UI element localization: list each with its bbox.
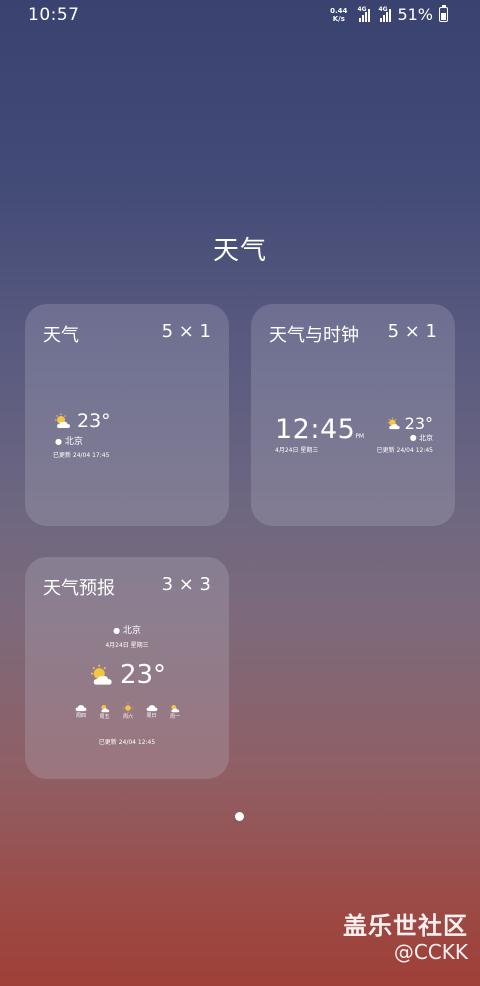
cloud-icon [146, 705, 157, 712]
widget-name: 天气预报 [43, 578, 115, 599]
preview-city: 北京 [419, 434, 433, 442]
forecast-day-label: 周四 [75, 713, 86, 719]
forecast-day: 周一 [169, 703, 181, 720]
preview-location: ● 北京 [377, 433, 433, 443]
forecast-day: 周五 [99, 703, 111, 720]
forecast-day-label: 周日 [146, 713, 157, 719]
signal-icon: 4G [357, 5, 371, 22]
preview-updated: 已更新 24/04 17:45 [53, 452, 110, 459]
status-time: 10:57 [28, 5, 80, 25]
watermark-handle: @CCKK [393, 940, 468, 964]
forecast-day: 周六 [122, 703, 134, 720]
watermark-title: 盖乐世社区 [343, 912, 468, 940]
widget-name: 天气与时钟 [269, 325, 359, 346]
partly-sunny-icon [171, 705, 180, 713]
sim1-network-label: 4G [357, 5, 367, 13]
signal-icon: 4G [378, 5, 392, 22]
preview-location: ● 北京 [55, 434, 111, 447]
preview-forecast: 周四 周五 周六 周日 周一 [75, 703, 181, 720]
preview-current: 23° [25, 660, 229, 690]
preview-city: 北京 [122, 626, 141, 636]
widget-card-forecast[interactable]: 天气预报 3 × 3 ● 北京 4月24日 星期三 23° 周四 周五 周六 周… [25, 557, 229, 779]
cloud-icon [75, 705, 87, 712]
status-icons: 0.44 K/s 4G 4G 51% [330, 5, 448, 24]
location-pin-icon: ● [55, 437, 62, 446]
forecast-day-label: 周五 [99, 714, 110, 720]
sun-icon [123, 703, 133, 713]
status-bar: 10:57 0.44 K/s 4G 4G 51% [0, 0, 480, 30]
preview-updated: 已更新 24/04 12:45 [98, 739, 156, 746]
forecast-day-label: 周一 [169, 714, 180, 720]
widget-size: 5 × 1 [387, 321, 437, 342]
forecast-day: 周日 [146, 703, 158, 720]
page-indicator-dot[interactable] [235, 812, 244, 821]
widget-card-weather-clock[interactable]: 天气与时钟 5 × 1 12:45PM 4月24日 星期三 23° ● 北京 已… [251, 304, 455, 526]
preview-date: 4月24日 星期三 [105, 642, 149, 649]
network-speed-value: 0.44 [330, 6, 348, 15]
location-pin-icon: ● [409, 433, 417, 442]
partly-sunny-icon [100, 705, 109, 713]
battery-icon [439, 5, 448, 22]
battery-percent: 51% [397, 5, 433, 24]
partly-sunny-icon [387, 417, 400, 430]
page-title: 天气 [212, 236, 267, 266]
widget-preview: 23° ● 北京 已更新 24/04 17:45 [53, 410, 111, 459]
preview-city: 北京 [64, 437, 83, 447]
preview-clock: 12:45PM 4月24日 星期三 [275, 414, 364, 454]
widget-size: 3 × 3 [161, 574, 211, 595]
preview-temperature: 23° [404, 414, 433, 433]
preview-updated: 已更新 24/04 12:45 [376, 447, 433, 454]
widget-name: 天气 [43, 325, 79, 346]
sim2-network-label: 4G [378, 5, 388, 13]
preview-location: ● 北京 [25, 623, 229, 636]
preview-date: 4月24日 星期三 [275, 447, 319, 454]
widget-card-weather[interactable]: 天气 5 × 1 23° ● 北京 已更新 24/04 17:45 [25, 304, 229, 526]
widget-size: 5 × 1 [161, 321, 211, 342]
network-speed: 0.44 K/s [330, 7, 347, 23]
location-pin-icon: ● [113, 626, 121, 635]
preview-temperature: 23° [77, 410, 111, 432]
preview-weather: 23° ● 北京 已更新 24/04 12:45 [377, 414, 433, 454]
forecast-day-label: 周六 [122, 714, 133, 720]
partly-sunny-icon [90, 664, 112, 685]
preview-ampm: PM [355, 433, 365, 440]
partly-sunny-icon [55, 413, 70, 428]
forecast-day: 周四 [75, 703, 87, 720]
preview-time: 12:45 [275, 414, 356, 445]
preview-temperature: 23° [119, 660, 167, 690]
network-speed-unit: K/s [332, 14, 345, 23]
